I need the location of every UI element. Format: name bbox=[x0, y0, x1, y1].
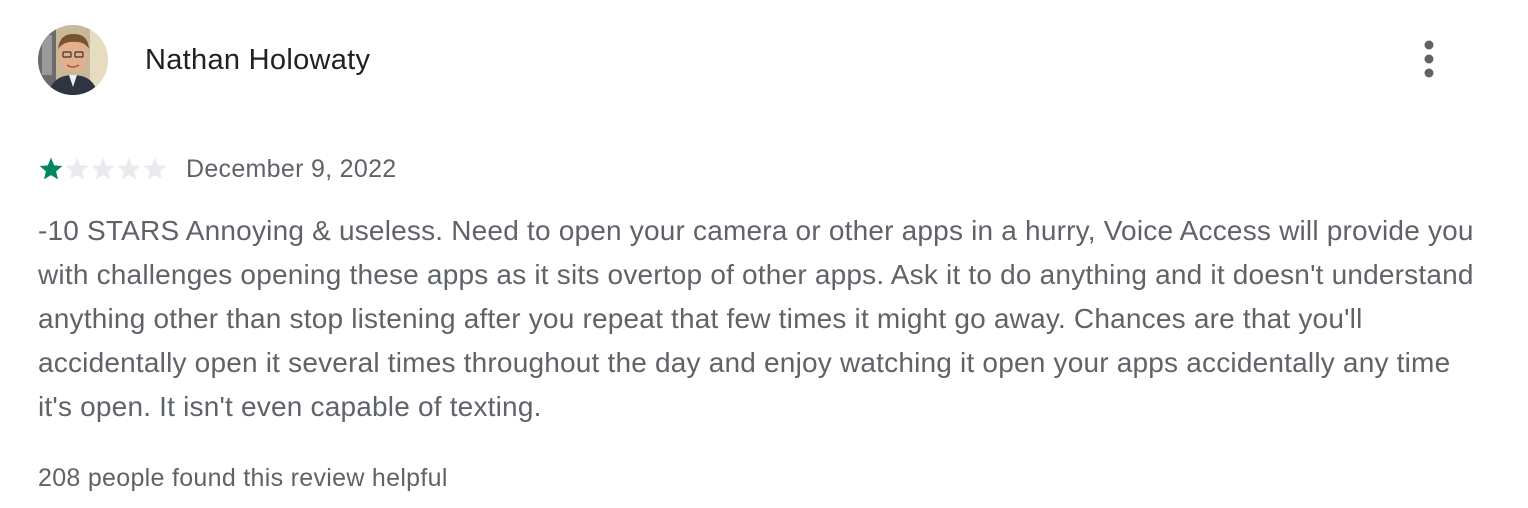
helpful-count: 208 people found this review helpful bbox=[38, 464, 448, 492]
star-filled-icon bbox=[39, 157, 63, 180]
review-header: Nathan Holowaty bbox=[38, 24, 370, 96]
star-empty-icon bbox=[117, 157, 141, 180]
review-text: -10 STARS Annoying & useless. Need to op… bbox=[38, 215, 1474, 422]
star-empty-icon bbox=[65, 157, 89, 180]
user-photo-icon bbox=[38, 25, 108, 95]
star-empty-icon bbox=[143, 157, 167, 180]
star-empty-icon bbox=[91, 157, 115, 180]
more-vert-icon bbox=[1424, 40, 1434, 78]
more-options-button[interactable] bbox=[1404, 34, 1454, 84]
review-date: December 9, 2022 bbox=[186, 154, 397, 183]
review-card: Nathan Holowaty December 9, 2022 -10 STA… bbox=[0, 0, 1528, 508]
star-rating bbox=[38, 156, 172, 182]
author-name: Nathan Holowaty bbox=[145, 43, 371, 76]
review-meta: December 9, 2022 bbox=[38, 152, 396, 186]
avatar bbox=[38, 25, 108, 95]
